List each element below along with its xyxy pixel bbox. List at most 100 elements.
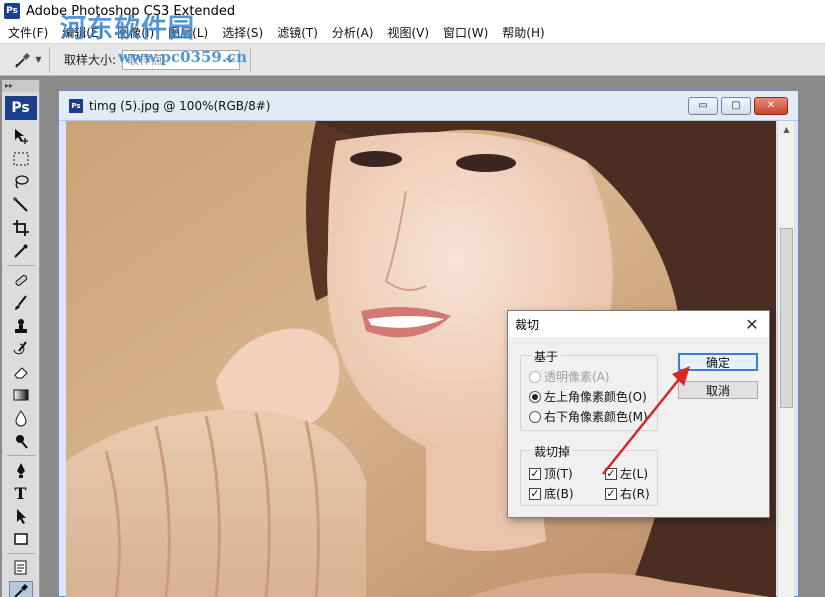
type-tool[interactable]: T [9, 483, 33, 503]
dialog-titlebar[interactable]: 裁切 ✕ [508, 311, 769, 337]
toolbox: ▸▸ Ps T [2, 80, 40, 597]
document-ps-icon: Ps [69, 98, 83, 113]
check-bottom[interactable]: ✓ 底(B) [529, 485, 574, 502]
menu-image[interactable]: 图像(I) [110, 24, 161, 41]
checkbox[interactable]: ✓ [529, 467, 541, 480]
app-titlebar: Ps Adobe Photoshop CS3 Extended [0, 0, 825, 22]
based-on-group: 基于 透明像素(A) 左上角像素颜色(O) 右下角像素颜色(M) [520, 348, 658, 431]
blur-tool[interactable] [9, 408, 33, 428]
bandage-icon [14, 274, 27, 286]
menu-edit[interactable]: 编辑(E) [55, 24, 110, 41]
app-title: Adobe Photoshop CS3 Extended [26, 3, 236, 19]
magic-wand-tool[interactable] [9, 195, 33, 215]
text-tool-glyph: T [14, 483, 27, 503]
eraser-icon [13, 367, 28, 379]
radio-button[interactable] [529, 410, 541, 423]
healing-brush-tool[interactable] [9, 270, 33, 290]
path-selection-tool[interactable] [9, 506, 33, 526]
radio-button [529, 370, 541, 383]
minimize-icon: ▭ [698, 100, 708, 111]
rectangle-tool[interactable] [9, 529, 33, 549]
checkbox-label: 顶(T) [544, 467, 573, 481]
lasso-tool[interactable] [9, 172, 33, 192]
trim-dialog: 裁切 ✕ 基于 透明像素(A) 左上角像素颜色(O) 右下角像素颜色(M) 裁切… [507, 310, 770, 518]
trim-away-group: 裁切掉 ✓ 顶(T) ✓ 左(L) ✓ 底(B) ✓ 右(R) [520, 443, 658, 506]
menu-view[interactable]: 视图(V) [380, 24, 436, 41]
radio-label: 左上角像素颜色(O) [544, 390, 647, 404]
eraser-tool[interactable] [9, 362, 33, 382]
trim-away-legend: 裁切掉 [531, 443, 574, 460]
path-select-icon [16, 509, 26, 524]
gradient-tool[interactable] [9, 385, 33, 405]
clone-stamp-tool[interactable] [9, 316, 33, 336]
menu-analysis[interactable]: 分析(A) [325, 24, 381, 41]
radio-button[interactable] [529, 390, 541, 403]
menu-select[interactable]: 选择(S) [215, 24, 270, 41]
menu-bar: 文件(F) 编辑(E) 图像(I) 图层(L) 选择(S) 滤镜(T) 分析(A… [0, 22, 825, 44]
menu-file[interactable]: 文件(F) [0, 24, 55, 41]
checkbox[interactable]: ✓ [529, 487, 541, 500]
checkbox[interactable]: ✓ [605, 487, 617, 500]
minimize-button[interactable]: ▭ [688, 96, 718, 115]
gradient-icon [13, 389, 28, 401]
toolbox-divider [6, 265, 35, 266]
slice-icon [13, 244, 28, 258]
marquee-icon [13, 152, 28, 166]
chevron-down-icon [225, 57, 235, 63]
sample-size-label: 取样大小: [64, 53, 117, 67]
menu-window[interactable]: 窗口(W) [436, 24, 495, 41]
checkbox-label: 右(R) [620, 487, 650, 501]
ok-button[interactable]: 确定 [678, 353, 758, 371]
toolbox-divider [6, 553, 35, 554]
close-document-button[interactable]: ✕ [754, 96, 788, 115]
menu-layer[interactable]: 图层(L) [161, 24, 215, 41]
toolbox-collapse-handle[interactable]: ▸▸ [2, 80, 39, 92]
check-top[interactable]: ✓ 顶(T) [529, 465, 573, 482]
move-tool[interactable] [9, 126, 33, 146]
checkbox[interactable]: ✓ [605, 467, 617, 480]
notes-tool[interactable] [9, 558, 33, 578]
toolbox-logo[interactable]: Ps [4, 96, 37, 120]
based-on-legend: 基于 [531, 348, 562, 365]
brush-tool[interactable] [9, 293, 33, 313]
history-brush-tool[interactable] [9, 339, 33, 359]
sample-size-select[interactable]: 取样点 [122, 49, 241, 70]
radio-label: 透明像素(A) [544, 370, 610, 384]
document-window-controls: ▭ ▢ ✕ [688, 96, 788, 115]
note-icon [14, 560, 26, 575]
dodge-icon [15, 435, 28, 449]
document-titlebar[interactable]: Ps timg (5).jpg @ 100%(RGB/8#) ▭ ▢ ✕ [59, 91, 798, 121]
radio-top-left-color[interactable]: 左上角像素颜色(O) [529, 388, 647, 405]
rectangle-icon [13, 533, 28, 545]
check-right[interactable]: ✓ 右(R) [605, 485, 650, 502]
check-left[interactable]: ✓ 左(L) [605, 465, 648, 482]
document-title: timg (5).jpg @ 100%(RGB/8#) [89, 98, 271, 113]
history-brush-icon [13, 341, 27, 355]
checkbox-label: 左(L) [620, 467, 649, 481]
slice-tool[interactable] [9, 241, 33, 261]
radio-bottom-right-color[interactable]: 右下角像素颜色(M) [529, 408, 648, 425]
tool-preset-picker[interactable]: ▼ [6, 46, 50, 73]
crop-tool[interactable] [9, 218, 33, 238]
chevron-down-icon: ▼ [35, 55, 42, 64]
menu-help[interactable]: 帮助(H) [495, 24, 551, 41]
eyedropper-tool[interactable] [8, 581, 33, 597]
marquee-tool[interactable] [9, 149, 33, 169]
eyedropper-icon [15, 52, 31, 68]
eyedropper-icon [13, 584, 28, 597]
close-icon: ✕ [766, 100, 776, 111]
chevron-up-icon[interactable]: ▲ [778, 121, 795, 138]
close-icon[interactable]: ✕ [743, 315, 761, 334]
dodge-tool[interactable] [9, 431, 33, 451]
magic-wand-icon [12, 197, 28, 212]
stamp-icon [14, 319, 27, 333]
lasso-icon [14, 175, 29, 189]
dialog-title: 裁切 [515, 317, 540, 332]
menu-filter[interactable]: 滤镜(T) [270, 24, 325, 41]
cancel-button[interactable]: 取消 [678, 381, 758, 399]
maximize-button[interactable]: ▢ [721, 96, 751, 115]
vertical-scrollbar[interactable]: ▲ [777, 121, 794, 597]
maximize-icon: ▢ [731, 100, 741, 111]
pen-tool[interactable] [9, 460, 33, 480]
scrollbar-thumb[interactable] [779, 228, 793, 408]
